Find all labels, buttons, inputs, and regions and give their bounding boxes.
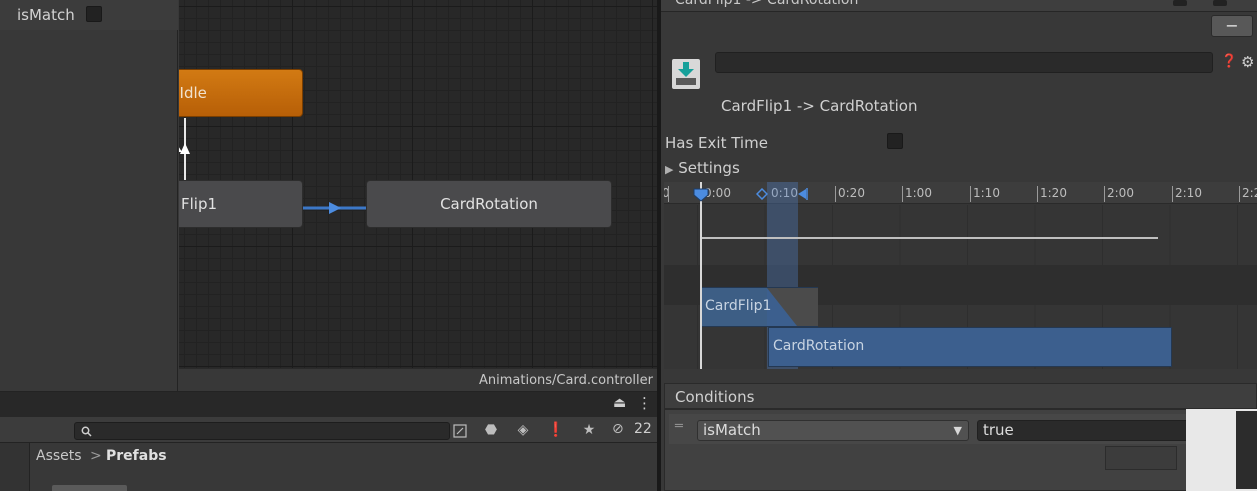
foldout-arrow-icon: ▶ [665, 163, 674, 176]
animator-graph[interactable]: dIdle Flip1 CardRotation [179, 0, 657, 391]
log-issues-icon[interactable]: ❗ [545, 420, 567, 440]
project-folder-tree[interactable] [0, 443, 30, 491]
tick-line [902, 186, 903, 202]
tick-label: 2:00 [1107, 186, 1134, 200]
filter-by-label-icon[interactable]: ◈ [512, 420, 534, 440]
search-icon [81, 426, 92, 437]
transition-list-row[interactable]: CardFlip1 -> CardRotation [661, 0, 1257, 12]
search-input[interactable] [74, 422, 467, 440]
has-exit-time-checkbox[interactable] [887, 133, 903, 149]
transition-arrows [179, 118, 366, 214]
tick-label: 0:20 [838, 186, 865, 200]
destination-clip-label: CardRotation [773, 338, 865, 354]
transition-arrowhead-selected [329, 202, 341, 214]
transition-end-handle-icon[interactable] [796, 188, 808, 200]
transition-arrowhead-up [180, 143, 190, 154]
tick-line [1172, 186, 1173, 202]
has-exit-time-label: Has Exit Time [665, 134, 768, 152]
tick-line [1037, 186, 1038, 202]
kebab-menu-icon[interactable]: ⋮ [637, 394, 652, 412]
tick-label: 1:00 [905, 186, 932, 200]
hidden-packages-icon[interactable]: ⊘ [612, 421, 624, 437]
favorites-star-icon[interactable]: ★ [578, 420, 600, 440]
condition-value-dropdown[interactable]: true [977, 420, 1217, 441]
condition-row[interactable]: ═ isMatch ▼ true [669, 414, 1254, 444]
mute-checkbox[interactable] [1213, 0, 1227, 6]
transition-name-field[interactable] [715, 52, 1213, 73]
project-toolbar: ⬣ ◈ ❗ ★ ⊘ 22 [0, 417, 657, 443]
blend-diagonal [767, 288, 797, 326]
timeline-cursor [700, 182, 702, 369]
parameter-label: isMatch [17, 6, 75, 24]
inspector-panel: CardFlip1 -> CardRotation − ❓ ⚙ CardFlip… [661, 0, 1257, 491]
graph-footer: Animations/Card.controller [179, 368, 657, 391]
condition-value: true [983, 421, 1014, 439]
transition-timeline[interactable]: 0 0:00 0:10 0:20 1:00 1:10 1:20 2:00 2:1… [664, 182, 1257, 369]
source-clip-label: CardFlip1 [705, 298, 772, 314]
transition-title: CardFlip1 -> CardRotation [721, 97, 918, 115]
breadcrumb-assets[interactable]: Assets [36, 448, 82, 464]
add-remove-condition-bar[interactable] [1105, 446, 1177, 470]
preview-thumbnail-content [1236, 411, 1257, 489]
timeline-ruler[interactable]: 0 0:00 0:10 0:20 1:00 1:10 1:20 2:00 2:1… [664, 182, 1257, 204]
remove-transition-button[interactable]: − [1211, 15, 1253, 37]
tick-label: 1:10 [973, 186, 1000, 200]
search-by-type-icon[interactable] [453, 424, 467, 438]
hidden-count: 22 [634, 421, 652, 437]
source-clip-bar[interactable]: CardFlip1 [700, 287, 818, 327]
unity-editor: isMatch dIdle Flip1 CardRotation Animati… [0, 0, 1257, 491]
breadcrumb-separator: > [90, 448, 102, 464]
playhead-marker-icon[interactable] [693, 188, 709, 202]
parameter-checkbox[interactable] [86, 6, 102, 22]
tick-line [970, 186, 971, 202]
project-tabbar: ⏏ ⋮ [0, 392, 657, 417]
project-panel: ⏏ ⋮ ⬣ ◈ ❗ ★ ⊘ 22 Assets > Prefabs [0, 391, 657, 491]
parameter-row-ismatch[interactable]: isMatch [0, 0, 178, 30]
condition-parameter-value: isMatch [703, 421, 761, 439]
solo-checkbox[interactable] [1173, 0, 1187, 6]
settings-foldout[interactable]: ▶ Settings [665, 159, 740, 177]
conditions-title: Conditions [675, 388, 755, 406]
transition-list-label: CardFlip1 -> CardRotation [675, 0, 859, 8]
tick-label: 1:20 [1040, 186, 1067, 200]
transition-start-handle-icon[interactable] [756, 188, 768, 200]
breadcrumb-prefabs[interactable]: Prefabs [106, 448, 167, 464]
destination-clip-bar[interactable]: CardRotation [768, 327, 1172, 367]
help-icon[interactable]: ❓ [1221, 54, 1237, 69]
settings-gear-icon[interactable]: ⚙ [1241, 53, 1254, 71]
tick-label: 2:10 [1175, 186, 1202, 200]
transition-icon [672, 59, 700, 89]
filter-by-type-icon[interactable]: ⬣ [480, 420, 502, 440]
asset-thumbnail[interactable] [52, 485, 127, 491]
tick-label: 2:2 [1242, 186, 1257, 200]
transition-curve [700, 237, 1158, 239]
settings-label: Settings [678, 159, 740, 177]
conditions-list: ═ isMatch ▼ true [664, 409, 1257, 491]
tick-line [1104, 186, 1105, 202]
breadcrumb: Assets > Prefabs [32, 443, 657, 469]
tick-line [1239, 186, 1240, 202]
drag-handle-icon[interactable]: ═ [675, 419, 683, 434]
tick-line [668, 186, 669, 202]
chevron-down-icon: ▼ [953, 424, 962, 437]
parameters-panel: isMatch [0, 0, 178, 391]
conditions-header: Conditions [664, 383, 1257, 409]
condition-parameter-dropdown[interactable]: isMatch ▼ [697, 420, 969, 441]
tick-line [835, 186, 836, 202]
lock-icon[interactable]: ⏏ [613, 395, 626, 411]
controller-path: Animations/Card.controller [479, 373, 653, 388]
